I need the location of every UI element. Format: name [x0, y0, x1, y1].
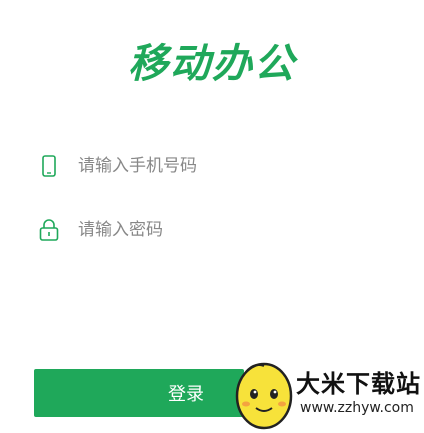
watermark-url: www.zzhyw.com — [300, 400, 414, 416]
phone-field[interactable] — [38, 146, 392, 186]
mascot-logo — [235, 362, 293, 430]
password-input[interactable] — [78, 215, 392, 245]
lock-icon — [38, 217, 60, 243]
login-button[interactable]: 登录 — [34, 369, 244, 417]
phone-icon — [38, 153, 60, 179]
password-field[interactable] — [38, 210, 392, 250]
phone-input[interactable] — [78, 151, 392, 181]
watermark: 大米下载站 www.zzhyw.com — [232, 356, 424, 433]
watermark-title: 大米下载站 — [296, 370, 421, 398]
app-title: 移动办公 — [128, 41, 296, 87]
